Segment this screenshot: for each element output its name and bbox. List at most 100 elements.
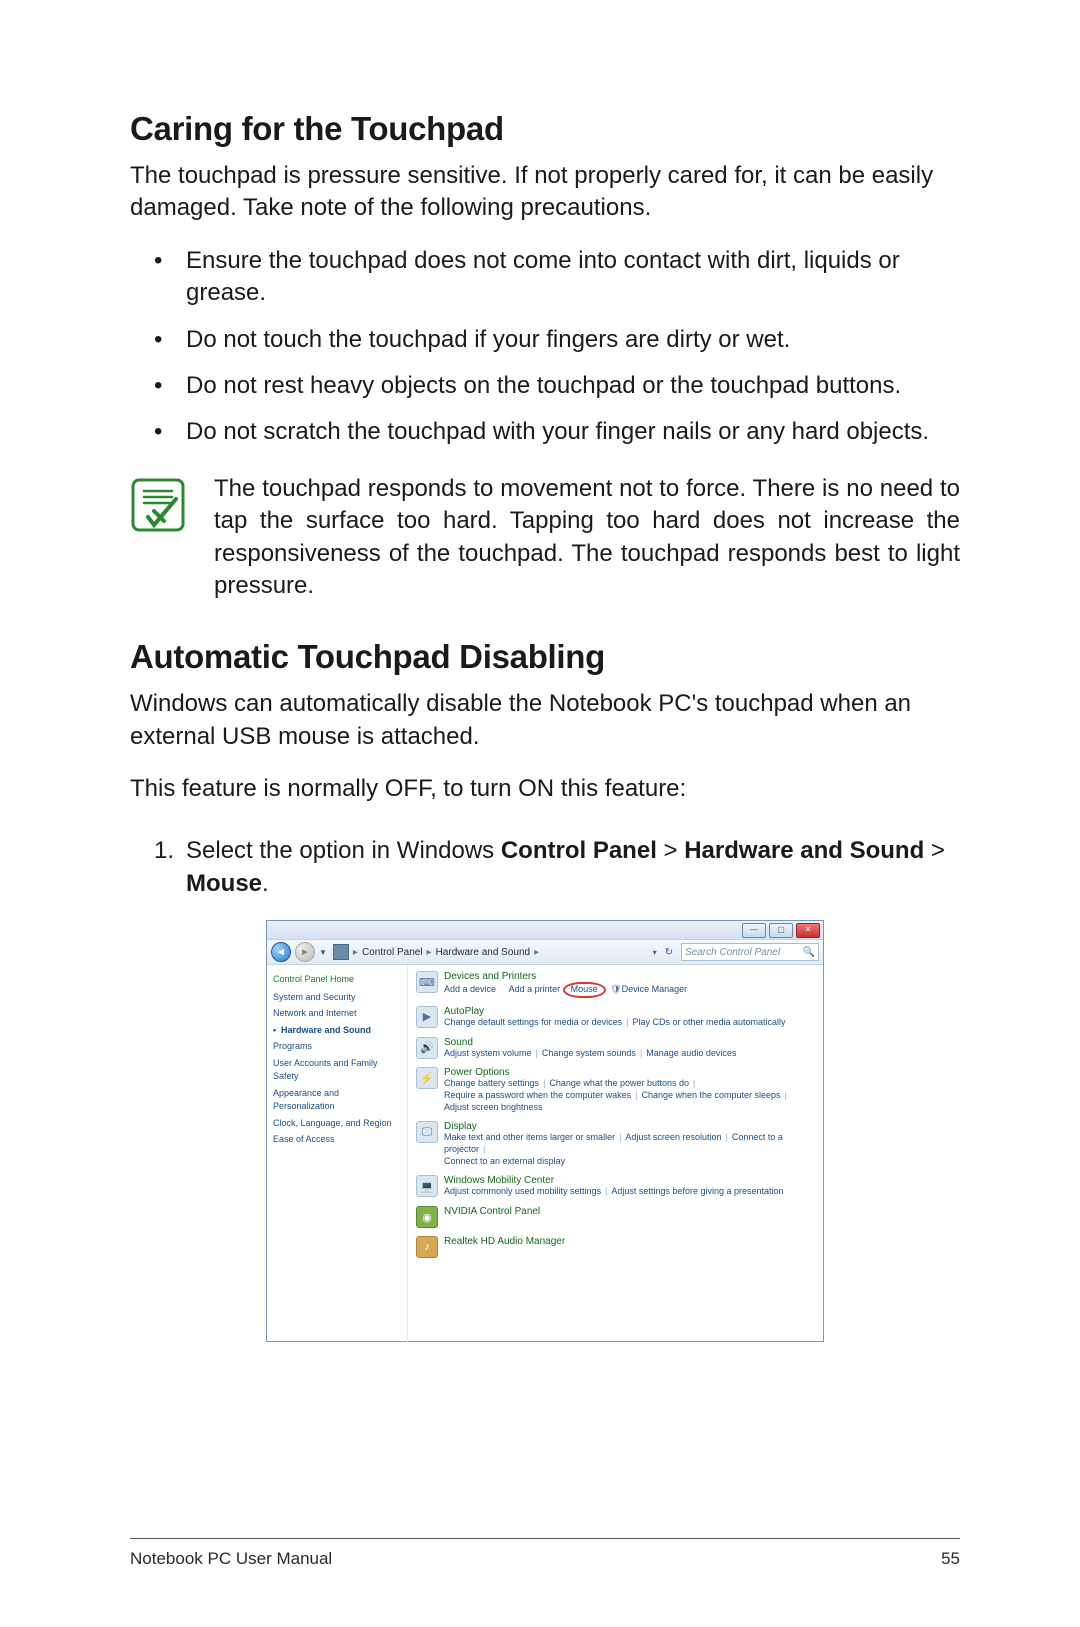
link-system-sounds[interactable]: Change system sounds xyxy=(542,1048,636,1058)
page-footer: Notebook PC User Manual 55 xyxy=(130,1549,960,1569)
realtek-icon: ♪ xyxy=(416,1236,438,1258)
link-external-display[interactable]: Connect to an external display xyxy=(444,1156,565,1166)
step-list: 1. Select the option in Windows Control … xyxy=(130,835,960,900)
sidebar: Control Panel Home System and Security N… xyxy=(267,965,407,1343)
mobility-icon: 💻 xyxy=(416,1175,438,1197)
step-lead: Select the option in Windows xyxy=(186,837,501,864)
shield-icon: 🛡 xyxy=(610,984,621,994)
precautions-list: Ensure the touchpad does not come into c… xyxy=(130,245,960,449)
window-titlebar: — ▢ ✕ xyxy=(267,921,823,940)
window-minimize-button[interactable]: — xyxy=(742,923,766,938)
link-mobility-settings[interactable]: Adjust commonly used mobility settings xyxy=(444,1186,601,1196)
link-require-password[interactable]: Require a password when the computer wak… xyxy=(444,1090,631,1100)
sidebar-item-ease-of-access[interactable]: Ease of Access xyxy=(273,1133,401,1147)
heading-auto-disable: Automatic Touchpad Disabling xyxy=(130,638,960,676)
sidebar-home[interactable]: Control Panel Home xyxy=(273,973,401,987)
step-mouse: Mouse xyxy=(186,870,262,897)
autoplay-icon: ▶ xyxy=(416,1006,438,1028)
precaution-item: Do not touch the touchpad if your finger… xyxy=(154,324,960,356)
precaution-item: Do not scratch the touchpad with your fi… xyxy=(154,416,960,448)
window-close-button[interactable]: ✕ xyxy=(796,923,820,938)
sidebar-item-appearance[interactable]: Appearance and Personalization xyxy=(273,1087,401,1114)
auto-disable-p2: This feature is normally OFF, to turn ON… xyxy=(130,773,960,805)
page-number: 55 xyxy=(941,1549,960,1569)
category-mobility: 💻 Windows Mobility Center Adjust commonl… xyxy=(416,1175,815,1198)
breadcrumb-root[interactable]: Control Panel xyxy=(362,947,423,958)
footer-left: Notebook PC User Manual xyxy=(130,1549,332,1569)
link-text-size[interactable]: Make text and other items larger or smal… xyxy=(444,1132,615,1142)
heading-caring: Caring for the Touchpad xyxy=(130,110,960,148)
address-dropdown[interactable]: ▾ xyxy=(653,948,657,957)
link-presentation-settings[interactable]: Adjust settings before giving a presenta… xyxy=(611,1186,783,1196)
link-sleep-settings[interactable]: Change when the computer sleeps xyxy=(641,1090,780,1100)
mobility-title[interactable]: Windows Mobility Center xyxy=(444,1175,815,1186)
category-nvidia: ◉ NVIDIA Control Panel xyxy=(416,1206,815,1228)
link-add-device[interactable]: Add a device xyxy=(444,984,496,994)
sidebar-item-programs[interactable]: Programs xyxy=(273,1040,401,1054)
step-end: . xyxy=(262,870,269,897)
link-autoplay-defaults[interactable]: Change default settings for media or dev… xyxy=(444,1017,622,1027)
intro-paragraph: The touchpad is pressure sensitive. If n… xyxy=(130,160,960,225)
address-icon xyxy=(333,944,349,960)
nvidia-icon: ◉ xyxy=(416,1206,438,1228)
search-icon: 🔍 xyxy=(803,947,815,958)
note-icon xyxy=(130,473,186,538)
main-panel: ⌨ Devices and Printers Add a device Add … xyxy=(407,965,823,1343)
devices-title[interactable]: Devices and Printers xyxy=(444,971,815,982)
precaution-item: Ensure the touchpad does not come into c… xyxy=(154,245,960,310)
category-sound: 🔊 Sound Adjust system volume|Change syst… xyxy=(416,1037,815,1060)
crumb-sep: ▸ xyxy=(427,947,432,958)
link-device-manager[interactable]: Device Manager xyxy=(622,984,688,994)
step-number: 1. xyxy=(154,835,174,867)
refresh-button[interactable]: ↻ xyxy=(661,947,677,958)
window-maximize-button[interactable]: ▢ xyxy=(769,923,793,938)
crumb-sep: ▸ xyxy=(534,947,539,958)
note-block: The touchpad responds to movement not to… xyxy=(130,473,960,603)
link-mouse[interactable]: Mouse xyxy=(571,984,598,994)
realtek-title[interactable]: Realtek HD Audio Manager xyxy=(444,1236,815,1247)
category-autoplay: ▶ AutoPlay Change default settings for m… xyxy=(416,1006,815,1029)
link-brightness[interactable]: Adjust screen brightness xyxy=(444,1102,543,1112)
search-placeholder: Search Control Panel xyxy=(685,947,780,958)
nav-history-dropdown[interactable]: ▼ xyxy=(319,948,327,957)
nvidia-title[interactable]: NVIDIA Control Panel xyxy=(444,1206,815,1217)
sidebar-item-user-accounts[interactable]: User Accounts and Family Safety xyxy=(273,1057,401,1084)
category-devices-printers: ⌨ Devices and Printers Add a device Add … xyxy=(416,971,815,998)
search-box[interactable]: Search Control Panel 🔍 xyxy=(681,943,819,961)
toolbar: ◄ ► ▼ ▸ Control Panel ▸ Hardware and Sou… xyxy=(267,940,823,965)
display-icon: 🖵 xyxy=(416,1121,438,1143)
breadcrumb-sub[interactable]: Hardware and Sound xyxy=(436,947,531,958)
nav-forward-button[interactable]: ► xyxy=(295,942,315,962)
step-hw-sound: Hardware and Sound xyxy=(684,837,924,864)
document-page: Caring for the Touchpad The touchpad is … xyxy=(0,0,1080,1627)
auto-disable-p1: Windows can automatically disable the No… xyxy=(130,688,960,753)
sound-icon: 🔊 xyxy=(416,1037,438,1059)
category-display: 🖵 Display Make text and other items larg… xyxy=(416,1121,815,1167)
link-battery-settings[interactable]: Change battery settings xyxy=(444,1078,539,1088)
link-power-buttons[interactable]: Change what the power buttons do xyxy=(549,1078,689,1088)
crumb-sep: ▸ xyxy=(353,947,358,958)
category-power: ⚡ Power Options Change battery settings|… xyxy=(416,1067,815,1113)
sidebar-item-clock-language[interactable]: Clock, Language, and Region xyxy=(273,1117,401,1131)
control-panel-screenshot: — ▢ ✕ ◄ ► ▼ ▸ Control Panel ▸ Hardware a… xyxy=(266,920,824,1342)
sidebar-item-system-security[interactable]: System and Security xyxy=(273,991,401,1005)
autoplay-title[interactable]: AutoPlay xyxy=(444,1006,815,1017)
link-add-printer[interactable]: Add a printer xyxy=(509,984,561,994)
mouse-highlight-circle: Mouse xyxy=(563,982,606,998)
sound-title[interactable]: Sound xyxy=(444,1037,815,1048)
sidebar-item-hardware-sound[interactable]: Hardware and Sound xyxy=(273,1024,401,1038)
step-control-panel: Control Panel xyxy=(501,837,657,864)
devices-icon: ⌨ xyxy=(416,971,438,993)
link-resolution[interactable]: Adjust screen resolution xyxy=(625,1132,721,1142)
sidebar-item-network[interactable]: Network and Internet xyxy=(273,1007,401,1021)
link-play-media[interactable]: Play CDs or other media automatically xyxy=(632,1017,785,1027)
power-title[interactable]: Power Options xyxy=(444,1067,815,1078)
note-text: The touchpad responds to movement not to… xyxy=(214,473,960,603)
link-adjust-volume[interactable]: Adjust system volume xyxy=(444,1048,532,1058)
precaution-item: Do not rest heavy objects on the touchpa… xyxy=(154,370,960,402)
step-1: 1. Select the option in Windows Control … xyxy=(154,835,960,900)
nav-back-button[interactable]: ◄ xyxy=(271,942,291,962)
display-title[interactable]: Display xyxy=(444,1121,815,1132)
link-audio-devices[interactable]: Manage audio devices xyxy=(646,1048,736,1058)
power-icon: ⚡ xyxy=(416,1067,438,1089)
